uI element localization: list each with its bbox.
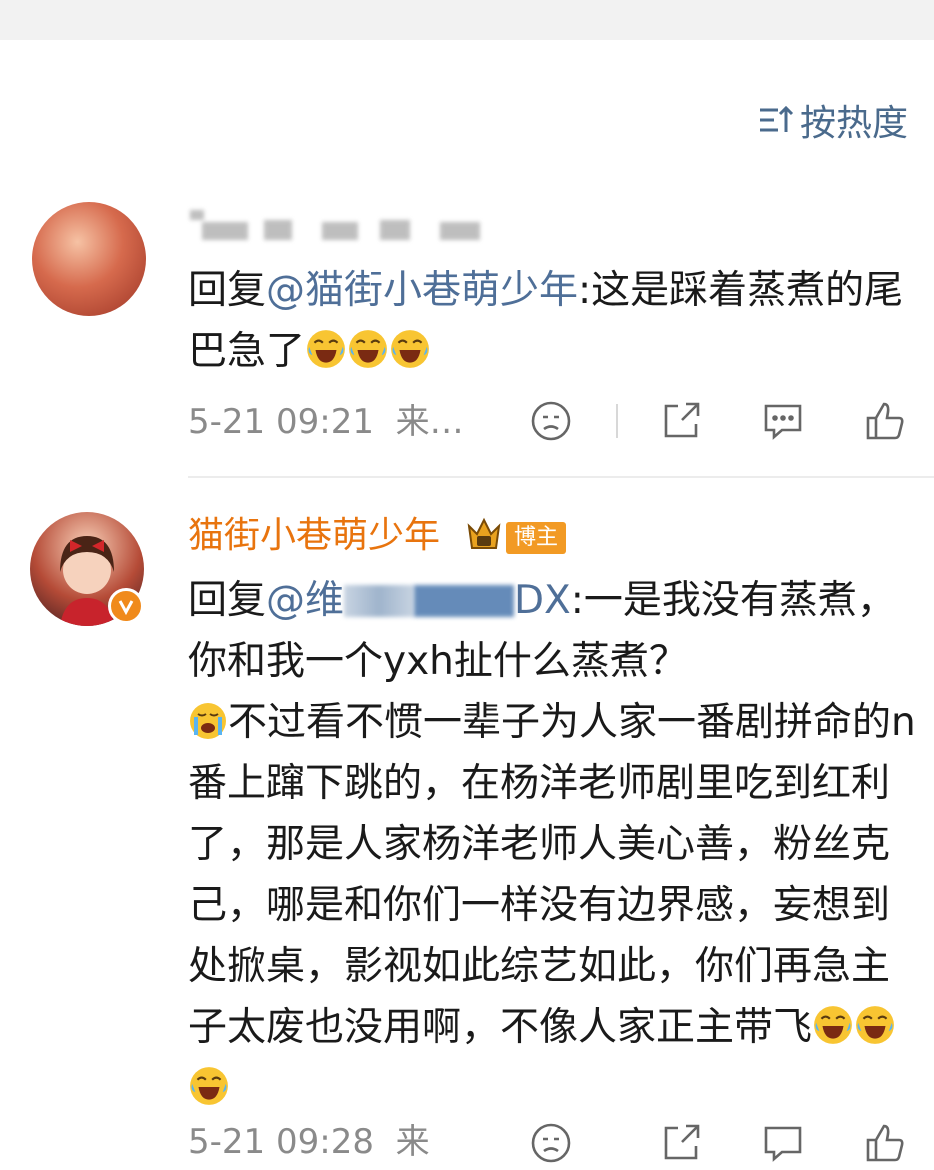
comment-divider — [188, 476, 934, 478]
avatar[interactable] — [32, 202, 146, 316]
laugh-cry-emoji — [814, 1006, 852, 1044]
share-icon — [664, 1124, 700, 1160]
comment-time: 5-21 09:21 — [188, 402, 374, 442]
mention-link-end[interactable]: DX — [514, 578, 571, 623]
laugh-cry-emoji — [856, 1006, 894, 1044]
laugh-cry-emoji — [391, 330, 429, 368]
share-button[interactable] — [658, 1120, 704, 1170]
comment-body-continued: 不过看不惯一辈子为人家一番剧拼命的n番上蹿下跳的，在杨洋老师剧里吃到红利了，那是… — [188, 700, 916, 1050]
sort-by-heat-button[interactable]: 按热度 — [756, 98, 908, 144]
mention-link[interactable]: @维 — [266, 578, 344, 623]
mention-link[interactable]: @猫街小巷萌少年 — [266, 268, 578, 313]
dislike-button[interactable] — [528, 398, 574, 448]
username[interactable]: 猫街小巷萌少年 — [188, 510, 440, 562]
comment-button[interactable] — [760, 398, 806, 448]
top-bar — [0, 0, 934, 40]
divider — [616, 404, 618, 438]
comment-meta: 5-21 09:21 来… — [188, 400, 464, 444]
reply-prefix: 回复 — [188, 268, 267, 313]
dislike-icon — [531, 401, 571, 441]
comment-meta: 5-21 09:28 来 — [188, 1120, 430, 1164]
laugh-cry-emoji — [190, 1067, 228, 1105]
comment-time: 5-21 09:28 — [188, 1122, 374, 1162]
comment-text: 回复@维 DX:一是我没有蒸煮，你和我一个yxh扯什么蒸煮？ 不过看不惯一辈子为人家… — [188, 570, 918, 1119]
comment-icon — [764, 1126, 802, 1162]
blogger-badge: 博主 — [506, 522, 567, 554]
comment-actions — [528, 1118, 918, 1168]
dislike-button[interactable] — [528, 1120, 574, 1170]
comment-source: 来… — [395, 402, 464, 442]
like-button[interactable] — [862, 398, 908, 448]
like-button[interactable] — [862, 1120, 908, 1170]
dislike-icon — [531, 1123, 571, 1163]
comment-button[interactable] — [760, 1120, 806, 1170]
crying-emoji — [190, 703, 226, 739]
mention-obscured — [414, 585, 515, 617]
comment-text: 回复@猫街小巷萌少年:这是踩着蒸煮的尾巴急了 — [188, 260, 918, 382]
comment-actions — [528, 396, 918, 446]
share-icon — [664, 402, 700, 438]
like-icon — [866, 1124, 904, 1162]
verified-icon — [108, 588, 144, 624]
crown-icon — [467, 517, 501, 549]
sort-label: 按热度 — [799, 103, 908, 144]
username-obscured[interactable] — [190, 200, 490, 246]
laugh-cry-emoji — [349, 330, 387, 368]
comment-icon — [764, 404, 802, 440]
sort-icon — [759, 105, 794, 132]
mention-obscured — [344, 585, 415, 617]
laugh-cry-emoji — [307, 330, 345, 368]
reply-prefix: 回复 — [188, 578, 267, 623]
like-icon — [866, 402, 904, 440]
comment-source: 来 — [395, 1122, 430, 1162]
share-button[interactable] — [658, 398, 704, 448]
